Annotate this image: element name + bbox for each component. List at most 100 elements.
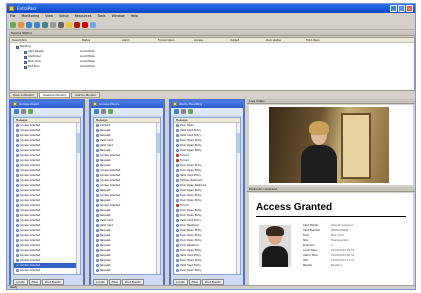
event-icon	[96, 209, 99, 212]
event-icon	[16, 244, 19, 247]
menu-resources[interactable]: Resources	[75, 13, 92, 20]
col-door-status[interactable]: Door status	[264, 38, 304, 42]
event-icon	[176, 254, 179, 257]
event-icon	[176, 184, 179, 187]
alarm-icon	[176, 159, 179, 162]
tree-row[interactable]: Main Door Local Mode	[24, 60, 95, 64]
alarm-icon[interactable]	[82, 22, 88, 28]
tree-row[interactable]: Building	[16, 45, 80, 49]
event-panel-header[interactable]: Access Alarm	[11, 101, 83, 108]
door-image	[341, 113, 371, 179]
open-icon[interactable]	[18, 22, 24, 28]
event-icon	[16, 144, 19, 147]
card-panel-title: Photo ID / Granted	[249, 187, 277, 191]
tree-row[interactable]: Card Reader Local Mode	[24, 50, 95, 54]
building-icon	[16, 45, 19, 49]
close-button[interactable]: ×	[406, 5, 413, 12]
menu-view[interactable]: View	[45, 13, 53, 20]
tool-icon[interactable]	[58, 22, 64, 28]
refresh-icon[interactable]	[26, 22, 32, 28]
event-icon	[16, 259, 19, 262]
event-icon	[96, 189, 99, 192]
print-icon[interactable]	[101, 109, 106, 114]
event-icon	[176, 134, 179, 137]
event-icon	[96, 264, 99, 267]
col-alarm[interactable]: Alarm	[120, 38, 156, 42]
acknowledge-icon[interactable]	[188, 109, 193, 114]
menu-tools[interactable]: Tools	[97, 13, 105, 20]
filter-icon[interactable]	[174, 109, 179, 114]
event-panel-title: Access Alarm	[19, 102, 40, 106]
minimize-button[interactable]: _	[390, 5, 397, 12]
tree-row[interactable]: Controller Local Mode	[24, 55, 95, 59]
col-output[interactable]: Output	[228, 38, 264, 42]
event-panel: Alarm Handling Message Door Open Valid Card…	[169, 99, 245, 289]
cardholder-fields: Card Holder Hannah Coleman Card Number 0000…	[303, 223, 411, 268]
tab-desktop-monitor[interactable]: Desktop Monitor	[39, 92, 71, 98]
menu-help[interactable]: Help	[131, 13, 139, 20]
tab-device-monitor[interactable]: Device Monitor	[9, 92, 39, 98]
event-icon	[16, 274, 19, 275]
scrollbar-thumb[interactable]	[157, 133, 160, 153]
filter-icon[interactable]	[14, 109, 19, 114]
filter-icon[interactable]	[94, 109, 99, 114]
grid-icon[interactable]	[42, 22, 48, 28]
event-panel-header[interactable]: Alarm Handling	[171, 101, 243, 108]
event-icon	[16, 254, 19, 257]
event-row[interactable]: Access Granted	[14, 273, 80, 275]
panel-toolbar	[11, 108, 83, 115]
event-panel: Access Doors Message Contact Request Request…	[89, 99, 165, 289]
event-icon	[176, 269, 179, 272]
scrollbar-thumb[interactable]	[77, 133, 80, 153]
col-hold-open[interactable]: Hold Open	[304, 38, 344, 42]
print-icon[interactable]	[50, 22, 56, 28]
event-icon	[176, 229, 179, 232]
event-icon	[16, 154, 19, 157]
col-forced-open[interactable]: Forced Open	[156, 38, 192, 42]
event-icon	[16, 204, 19, 207]
event-icon	[96, 269, 99, 272]
menu-file[interactable]: File	[10, 13, 16, 20]
device-tree: Description Status Alarm Forced Open Acc…	[9, 37, 415, 91]
menu-window[interactable]: Window	[112, 13, 125, 20]
print-icon[interactable]	[181, 109, 186, 114]
acknowledge-icon[interactable]	[108, 109, 113, 114]
door-icon[interactable]	[74, 22, 80, 28]
event-icon	[176, 239, 179, 242]
col-access[interactable]: Access	[192, 38, 228, 42]
tree-row[interactable]: Exit Door Local Mode	[24, 65, 95, 69]
acknowledge-icon[interactable]	[28, 109, 33, 114]
event-icon	[16, 124, 19, 127]
event-message: Valid Card Entry	[180, 273, 201, 274]
event-row[interactable]: Valid Card Entry	[174, 273, 240, 274]
print-icon[interactable]	[21, 109, 26, 114]
menu-monitoring[interactable]: Monitoring	[22, 13, 40, 20]
event-icon	[16, 134, 19, 137]
event-icon	[96, 219, 99, 222]
event-icon	[176, 174, 179, 177]
menu-setup[interactable]: Setup	[59, 13, 69, 20]
scrollbar[interactable]	[156, 123, 160, 274]
scrollbar-thumb[interactable]	[237, 133, 240, 153]
event-icon	[96, 184, 99, 187]
event-icon	[96, 229, 99, 232]
help-icon[interactable]	[90, 22, 96, 28]
new-icon[interactable]	[10, 22, 16, 28]
scrollbar[interactable]	[76, 123, 80, 274]
scrollbar[interactable]	[236, 123, 240, 274]
live-video[interactable]	[249, 105, 413, 185]
tab-alarms-monitor[interactable]: Alarms Monitor	[71, 92, 101, 98]
camera-icon[interactable]	[34, 22, 40, 28]
event-list: Message Contact Request Request Valid Card Va…	[93, 117, 161, 275]
col-description[interactable]: Description	[10, 38, 80, 42]
event-panel-header[interactable]: Access Doors	[91, 101, 163, 108]
maximize-button[interactable]: □	[398, 5, 405, 12]
col-status[interactable]: Status	[80, 38, 120, 42]
event-row[interactable]: Request	[94, 273, 160, 274]
panel-toolbar	[171, 108, 243, 115]
lock-icon[interactable]	[66, 22, 72, 28]
access-card: Access Granted Card Holder Hannah Coleman…	[249, 193, 413, 287]
person-image	[301, 145, 337, 183]
event-icon	[176, 169, 179, 172]
device-status-header: Device Status	[9, 31, 415, 36]
